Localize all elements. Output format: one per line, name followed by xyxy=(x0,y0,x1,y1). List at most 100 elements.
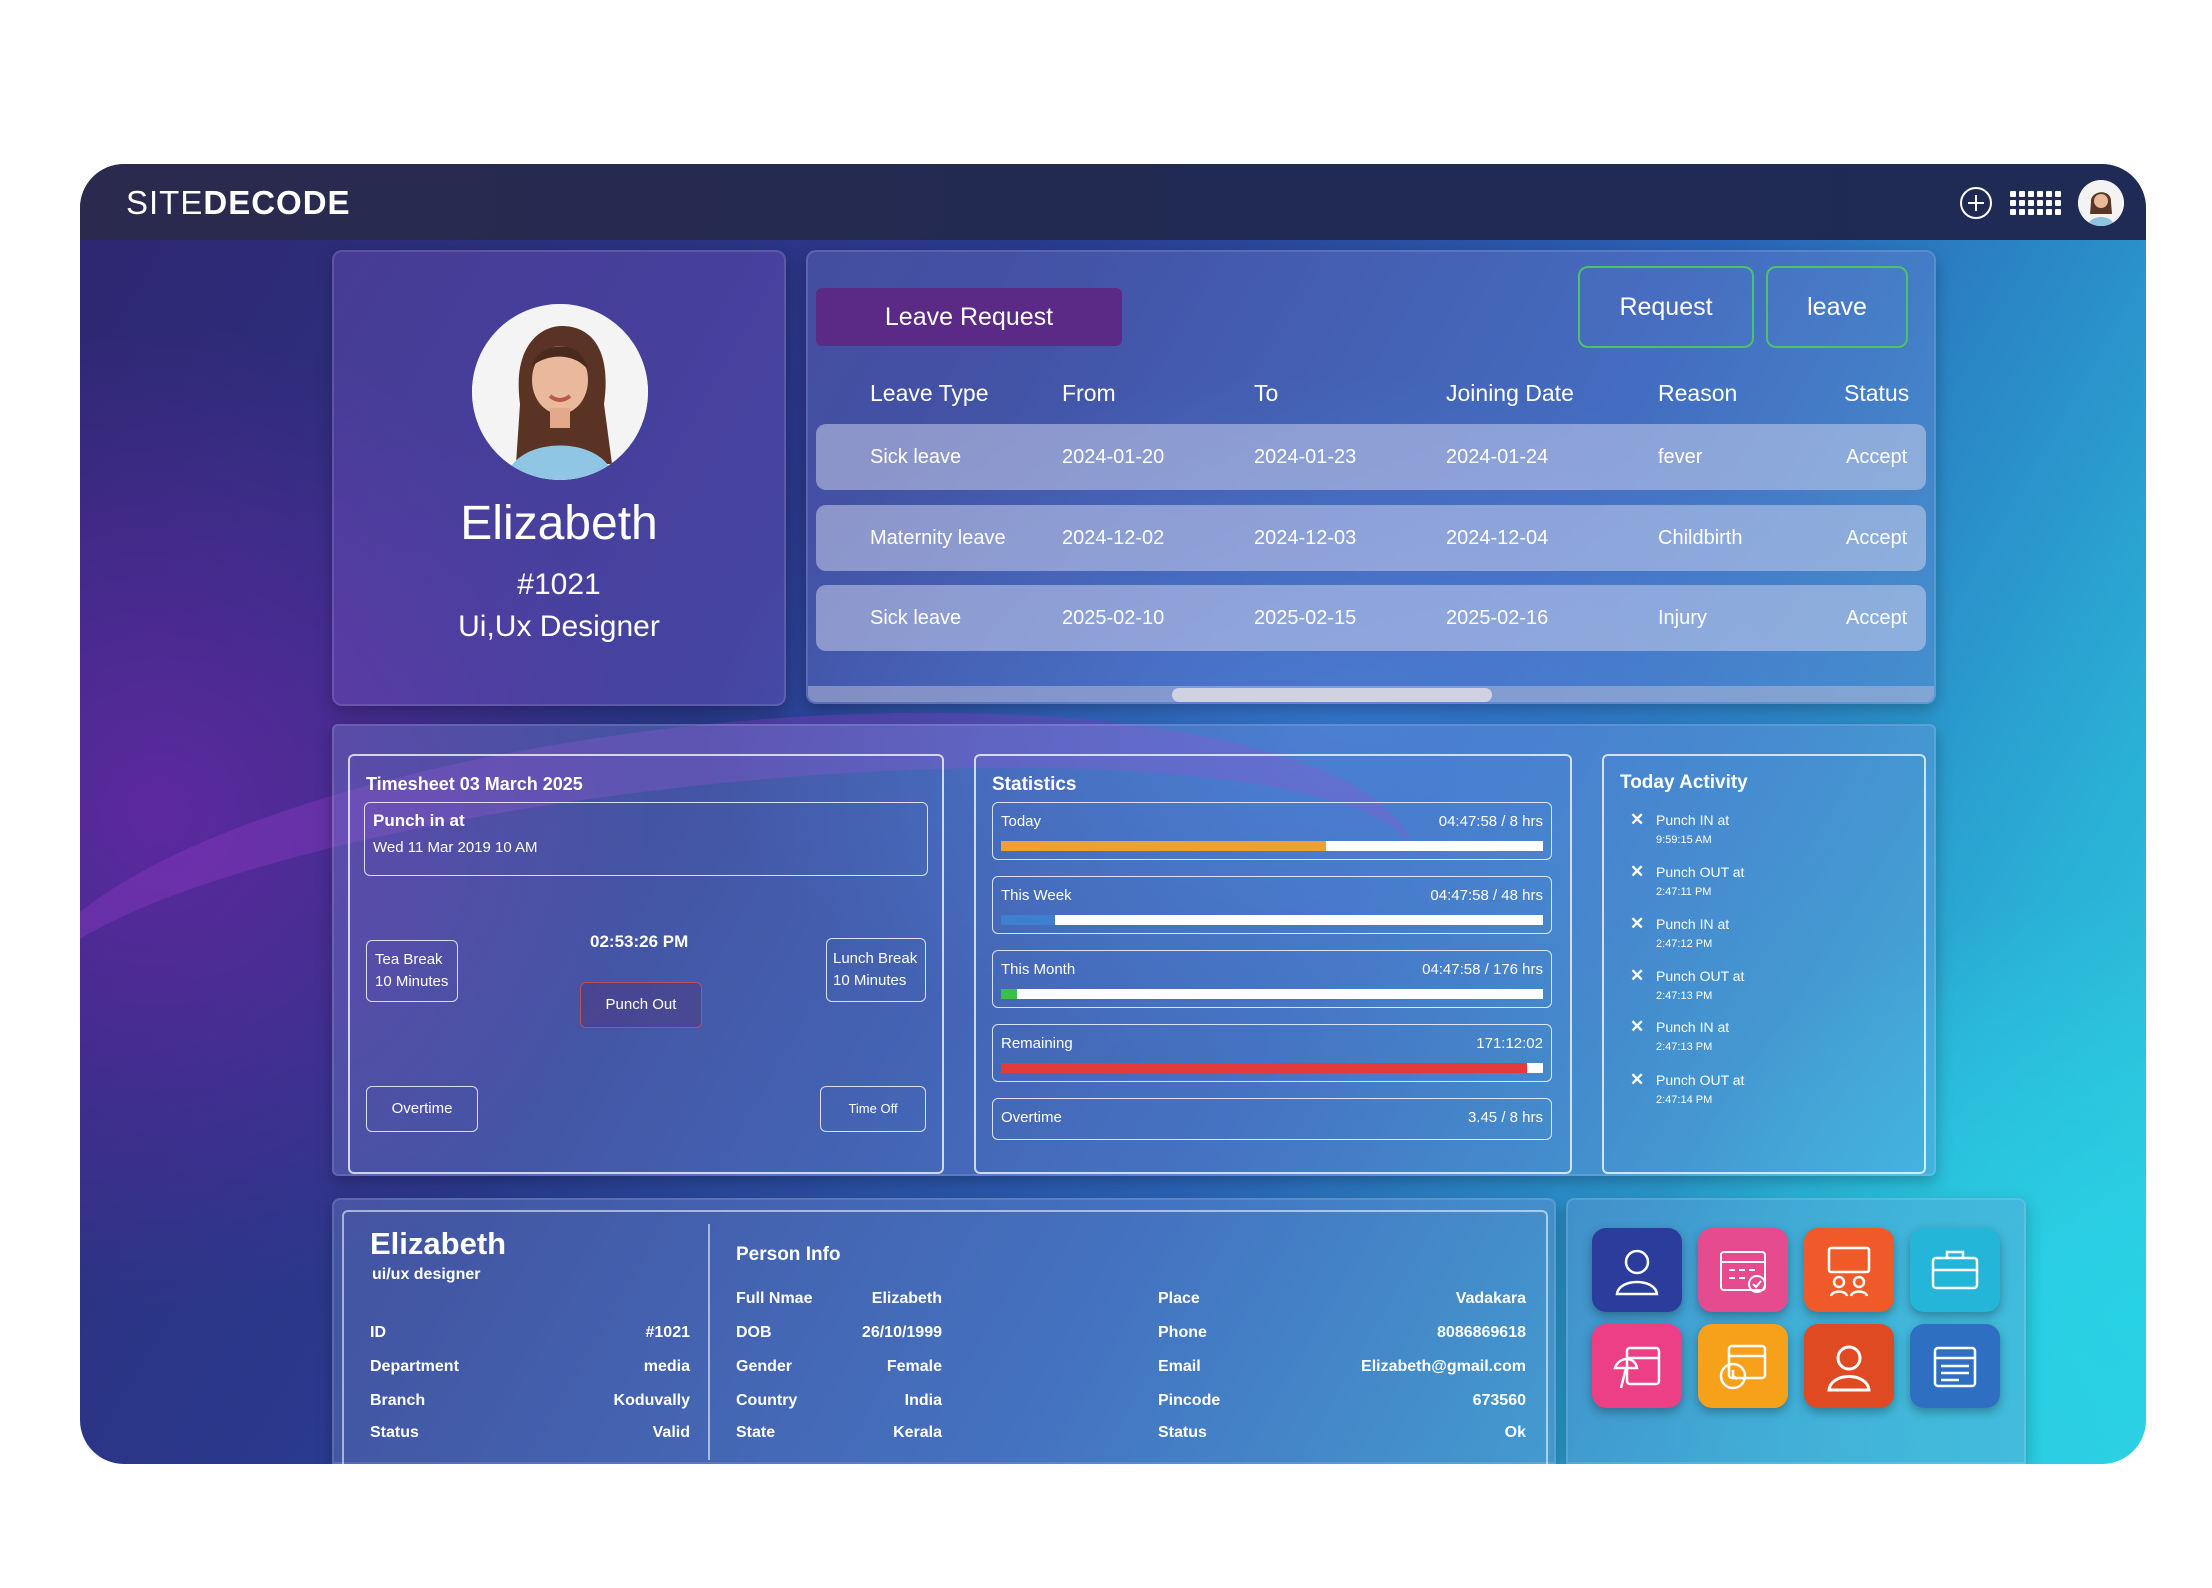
info-role: ui/ux designer xyxy=(372,1266,481,1283)
stat-remaining: Remaining 171:12:02 xyxy=(992,1024,1552,1082)
profile-role: Ui,Ux Designer xyxy=(458,610,660,643)
info-name: Elizabeth xyxy=(370,1226,507,1261)
info-value: media xyxy=(643,1358,690,1375)
stat-this-week: This Week 04:47:58 / 48 hrs xyxy=(992,876,1552,934)
info-value: Elizabeth xyxy=(871,1290,942,1307)
progress-bar xyxy=(1001,989,1543,999)
app-window: SITEDECODE Elizabeth #1021 Ui,Ux Designe… xyxy=(80,164,2146,1464)
horizontal-scrollbar[interactable] xyxy=(808,686,1934,702)
progress-bar xyxy=(1001,1063,1543,1073)
profile-card: Elizabeth #1021 Ui,Ux Designer xyxy=(332,250,786,706)
apps-grid-icon[interactable] xyxy=(2009,188,2061,218)
current-time: 02:53:26 PM xyxy=(590,932,689,951)
info-label: Gender xyxy=(736,1358,793,1375)
info-label: Pincode xyxy=(1158,1392,1221,1409)
punch-out-button[interactable]: Punch Out xyxy=(580,982,702,1028)
leave-button[interactable]: leave xyxy=(1766,266,1908,348)
timesheet-title: Timesheet 03 March 2025 xyxy=(366,774,583,794)
top-bar: SITEDECODE xyxy=(80,164,2146,240)
info-value: 26/10/1999 xyxy=(861,1324,942,1341)
time-off-button[interactable]: Time Off xyxy=(820,1086,926,1132)
profile-photo xyxy=(472,304,648,480)
payslip-icon[interactable] xyxy=(1910,1324,2000,1408)
info-value: India xyxy=(904,1392,942,1409)
col-leave-type: Leave Type xyxy=(870,380,989,406)
info-value: Vadakara xyxy=(1455,1290,1526,1307)
info-label: ID xyxy=(370,1324,386,1341)
info-label: State xyxy=(736,1424,776,1441)
info-label: Status xyxy=(370,1424,419,1441)
user-profile-icon[interactable] xyxy=(1804,1324,1894,1408)
statistics-title: Statistics xyxy=(992,774,1077,795)
schedule-clock-icon[interactable] xyxy=(1698,1324,1788,1408)
col-joining-date: Joining Date xyxy=(1446,380,1574,406)
col-status: Status xyxy=(1844,380,1910,406)
today-activity-card: Today Activity ✕ Punch IN at 9:59:15 AM ✕… xyxy=(1602,754,1926,1174)
info-label: Place xyxy=(1158,1290,1200,1307)
info-value: Elizabeth@gmail.com xyxy=(1361,1358,1526,1375)
close-icon[interactable]: ✕ xyxy=(1630,810,1644,830)
close-icon[interactable]: ✕ xyxy=(1630,1070,1644,1090)
progress-bar xyxy=(1001,915,1543,925)
close-icon[interactable]: ✕ xyxy=(1630,1017,1644,1037)
table-row[interactable]: Sick leave 2024-01-20 2024-01-23 2024-01… xyxy=(816,424,1926,490)
divider xyxy=(708,1224,710,1460)
person-info-title: Person Info xyxy=(736,1244,841,1265)
profile-id: #1021 xyxy=(517,568,601,601)
punch-in-value: Wed 11 Mar 2019 10 AM xyxy=(373,839,538,856)
info-label: Country xyxy=(736,1392,798,1409)
table-row[interactable]: Maternity leave 2024-12-02 2024-12-03 20… xyxy=(816,505,1926,571)
quick-apps-panel xyxy=(1566,1198,2026,1464)
leave-table-header: Leave Type From To Joining Date Reason S… xyxy=(808,380,1934,420)
close-icon[interactable]: ✕ xyxy=(1630,914,1644,934)
info-label: Email xyxy=(1158,1358,1201,1375)
info-label: Full Nmae xyxy=(736,1290,813,1307)
stat-overtime: Overtime 3.45 / 8 hrs xyxy=(992,1098,1552,1140)
info-value: 673560 xyxy=(1472,1392,1526,1409)
col-from: From xyxy=(1062,380,1116,406)
today-activity-title: Today Activity xyxy=(1620,772,1748,793)
info-label: Phone xyxy=(1158,1324,1207,1341)
stat-this-month: This Month 04:47:58 / 176 hrs xyxy=(992,950,1552,1008)
info-value: 8086869618 xyxy=(1437,1324,1526,1341)
employee-info-panel: Elizabeth ui/ux designer ID #1021 Depart… xyxy=(332,1198,1556,1464)
close-icon[interactable]: ✕ xyxy=(1630,862,1644,882)
overtime-button[interactable]: Overtime xyxy=(366,1086,478,1132)
add-icon[interactable] xyxy=(1960,187,1992,219)
table-row[interactable]: Sick leave 2025-02-10 2025-02-15 2025-02… xyxy=(816,585,1926,651)
scrollbar-thumb[interactable] xyxy=(1172,688,1492,702)
col-to: To xyxy=(1254,380,1279,406)
info-label: DOB xyxy=(736,1324,772,1341)
info-label: Branch xyxy=(370,1392,426,1409)
tea-break-button[interactable]: Tea Break 10 Minutes xyxy=(366,940,458,1002)
calendar-check-icon[interactable] xyxy=(1698,1228,1788,1312)
logo[interactable]: SITEDECODE xyxy=(126,184,351,222)
request-button[interactable]: Request xyxy=(1578,266,1754,348)
leave-request-panel: Leave Request Request leave Leave Type F… xyxy=(806,250,1936,704)
info-value: Valid xyxy=(652,1424,690,1441)
info-label: Department xyxy=(370,1358,459,1375)
punch-in-label: Punch in at xyxy=(373,811,465,830)
stat-today: Today 04:47:58 / 8 hrs xyxy=(992,802,1552,860)
profile-name: Elizabeth xyxy=(460,497,658,550)
info-label: Status xyxy=(1158,1424,1207,1441)
info-value: Ok xyxy=(1504,1424,1526,1441)
info-value: Female xyxy=(886,1358,942,1375)
employee-icon[interactable] xyxy=(1592,1228,1682,1312)
punch-in-box: Punch in at Wed 11 Mar 2019 10 AM xyxy=(364,802,928,876)
beach-calendar-icon[interactable] xyxy=(1592,1324,1682,1408)
presentation-icon[interactable] xyxy=(1804,1228,1894,1312)
statistics-card: Statistics Today 04:47:58 / 8 hrs This W… xyxy=(974,754,1572,1174)
close-icon[interactable]: ✕ xyxy=(1630,966,1644,986)
lunch-break-button[interactable]: Lunch Break 10 Minutes xyxy=(826,938,926,1002)
progress-bar xyxy=(1001,841,1543,851)
timesheet-card: Timesheet 03 March 2025 Punch in at Wed … xyxy=(348,754,944,1174)
dashboard-middle: Timesheet 03 March 2025 Punch in at Wed … xyxy=(332,724,1936,1176)
info-value: Koduvally xyxy=(613,1392,690,1409)
col-reason: Reason xyxy=(1658,380,1738,406)
user-avatar[interactable] xyxy=(2078,180,2124,226)
briefcase-icon[interactable] xyxy=(1910,1228,2000,1312)
leave-request-title[interactable]: Leave Request xyxy=(816,288,1122,346)
info-value: Kerala xyxy=(893,1424,942,1441)
info-value: #1021 xyxy=(645,1324,691,1341)
